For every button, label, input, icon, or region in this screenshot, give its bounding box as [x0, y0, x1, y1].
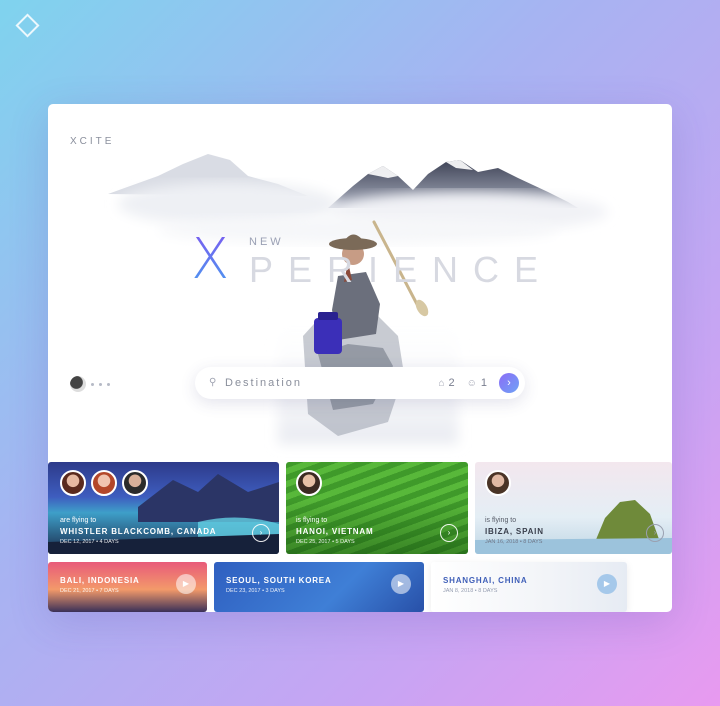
corner-logo-icon	[15, 13, 40, 38]
trip-date: JAN 8, 2018 • 8 DAYS	[443, 588, 498, 594]
search-icon: ⚲	[209, 377, 217, 388]
trip-destination: BALI, INDONESIA	[60, 576, 140, 585]
trip-date: DEC 25, 2017 • 5 DAYS	[296, 539, 355, 545]
main-card: XCITE X NEW PERIENCE ⚲ ⌂ 2 ☺ 1 › are fly…	[48, 104, 672, 612]
play-icon[interactable]: ▶	[391, 574, 411, 594]
destination-input[interactable]	[225, 377, 425, 389]
trip-subtitle: is flying to	[296, 517, 328, 524]
trip-date: DEC 23, 2017 • 3 DAYS	[226, 588, 285, 594]
trip-date: JAN 16, 2018 • 8 DAYS	[485, 539, 543, 545]
trip-destination: SHANGHAI, CHINA	[443, 576, 528, 585]
avatar[interactable]	[122, 470, 148, 496]
trip-destination: SEOUL, SOUTH KOREA	[226, 576, 332, 585]
brand-logo[interactable]: XCITE	[70, 136, 114, 147]
trip-date: DEC 21, 2017 • 7 DAYS	[60, 588, 119, 594]
avatar[interactable]	[91, 470, 117, 496]
destination-search-bar: ⚲ ⌂ 2 ☺ 1 ›	[195, 367, 525, 399]
trip-card-bali[interactable]: BALI, INDONESIA DEC 21, 2017 • 7 DAYS ▶	[48, 562, 207, 612]
travelers-selector[interactable]: ⌂ 2 ☺ 1	[438, 377, 487, 389]
person-icon: ☺	[466, 377, 477, 389]
adults-count[interactable]: 2	[449, 377, 455, 389]
trip-card-hanoi[interactable]: is flying to HANOI, VIETNAM DEC 25, 2017…	[286, 462, 468, 554]
home-icon: ⌂	[438, 377, 445, 389]
slider-dot[interactable]	[107, 382, 110, 386]
trip-date: DEC 12, 2017 • 4 DAYS	[60, 539, 119, 545]
hero-slider-dots[interactable]	[70, 376, 110, 392]
chevron-right-icon[interactable]: ›	[252, 524, 270, 542]
trip-destination: WHISTLER BLACKCOMB, CANADA	[60, 527, 217, 536]
trip-destination: IBIZA, SPAIN	[485, 527, 544, 536]
avatar[interactable]	[485, 470, 511, 496]
play-icon[interactable]: ▶	[176, 574, 196, 594]
play-icon[interactable]: ▶	[597, 574, 617, 594]
trip-subtitle: is flying to	[485, 517, 517, 524]
trip-card-shanghai[interactable]: SHANGHAI, CHINA JAN 8, 2018 • 8 DAYS ▶	[431, 562, 627, 612]
hero-headline-new: NEW	[249, 236, 284, 248]
trip-card-whistler[interactable]: are flying to WHISTLER BLACKCOMB, CANADA…	[48, 462, 279, 554]
hero-headline-x: X	[191, 227, 230, 292]
trip-destination: HANOI, VIETNAM	[296, 527, 374, 536]
search-go-button[interactable]: ›	[499, 373, 519, 393]
slider-dot[interactable]	[91, 382, 94, 386]
chevron-right-icon[interactable]: ›	[440, 524, 458, 542]
hero-headline-rest: PERIENCE	[249, 249, 554, 290]
avatar[interactable]	[60, 470, 86, 496]
slider-dot[interactable]	[99, 382, 102, 386]
trip-card-ibiza[interactable]: is flying to IBIZA, SPAIN JAN 16, 2018 •…	[475, 462, 672, 554]
trip-subtitle: are flying to	[60, 517, 97, 524]
avatar[interactable]	[296, 470, 322, 496]
chevron-right-icon[interactable]: ›	[646, 524, 664, 542]
trip-card-seoul[interactable]: SEOUL, SOUTH KOREA DEC 23, 2017 • 3 DAYS…	[214, 562, 424, 612]
slider-dot-active[interactable]	[70, 376, 86, 392]
children-count[interactable]: 1	[481, 377, 487, 389]
